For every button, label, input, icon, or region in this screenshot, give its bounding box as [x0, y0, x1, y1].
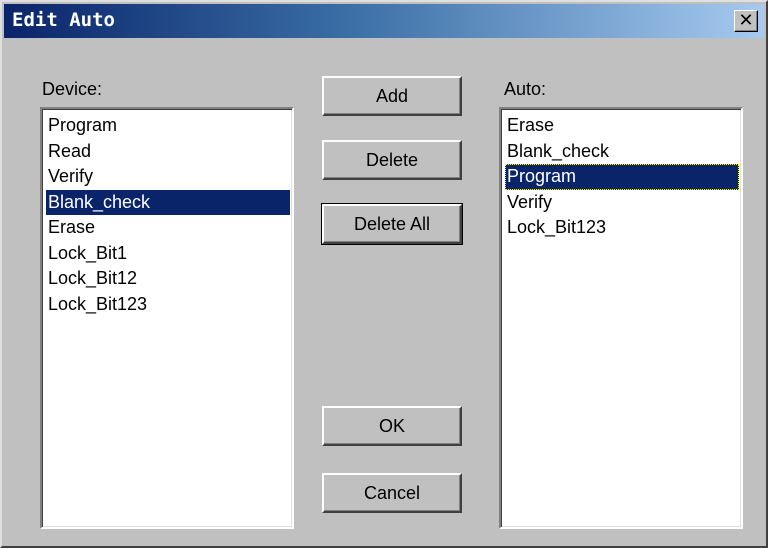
list-item[interactable]: Lock_Bit1: [46, 241, 290, 267]
list-item[interactable]: Read: [46, 139, 290, 165]
delete-all-button[interactable]: Delete All: [321, 203, 463, 245]
delete-button[interactable]: Delete: [322, 140, 462, 180]
list-item[interactable]: Lock_Bit123: [505, 215, 739, 241]
edit-auto-dialog: Edit Auto ✕ Device: Program Read Verify …: [0, 0, 768, 548]
auto-listbox[interactable]: Erase Blank_check Program Verify Lock_Bi…: [499, 107, 743, 529]
add-button[interactable]: Add: [322, 76, 462, 116]
list-item-selected[interactable]: Program: [505, 164, 739, 190]
title-bar[interactable]: Edit Auto ✕: [4, 4, 764, 38]
close-icon: ✕: [738, 10, 754, 31]
device-label: Device:: [42, 79, 103, 99]
auto-label: Auto:: [504, 79, 547, 99]
list-item[interactable]: Program: [46, 113, 290, 139]
ok-button[interactable]: OK: [322, 406, 462, 446]
window-title: Edit Auto: [12, 9, 115, 31]
list-item[interactable]: Erase: [46, 215, 290, 241]
cancel-button[interactable]: Cancel: [322, 473, 462, 513]
list-item-selected[interactable]: Blank_check: [46, 189, 290, 215]
list-item[interactable]: Blank_check: [505, 139, 739, 165]
close-button[interactable]: ✕: [734, 10, 758, 32]
list-item[interactable]: Verify: [505, 190, 739, 216]
list-item[interactable]: Verify: [46, 164, 290, 190]
device-listbox[interactable]: Program Read Verify Blank_check Erase Lo…: [40, 107, 294, 529]
list-item[interactable]: Lock_Bit12: [46, 266, 290, 292]
list-item[interactable]: Lock_Bit123: [46, 292, 290, 318]
list-item[interactable]: Erase: [505, 113, 739, 139]
